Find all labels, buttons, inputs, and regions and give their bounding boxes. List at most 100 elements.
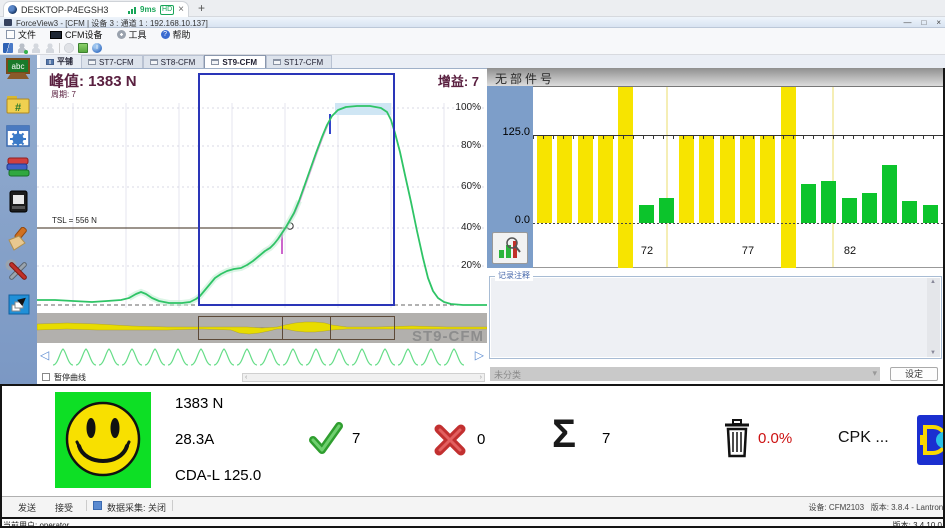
settings-window-icon[interactable] <box>5 123 31 149</box>
info-icon[interactable]: i <box>92 43 102 53</box>
switch-view-icon[interactable] <box>5 293 31 319</box>
spc-bar[interactable] <box>801 184 816 223</box>
cleanup-brush-icon[interactable] <box>5 227 31 253</box>
device-unit-icon[interactable] <box>5 189 31 215</box>
user-login-icon[interactable] <box>17 43 27 53</box>
tab-平铺[interactable]: 平铺 <box>40 55 81 68</box>
menu-item-帮助[interactable]: ?帮助 <box>161 28 191 41</box>
tools-gear-icon <box>117 30 126 39</box>
spc-bar[interactable] <box>740 135 755 223</box>
spc-group-divider <box>832 87 834 268</box>
comments-groupbox: ▲ ▼ <box>489 276 942 359</box>
spc-bar[interactable] <box>679 135 694 223</box>
pulse-peak <box>99 349 119 365</box>
tab-ST17-CFM[interactable]: ST17-CFM <box>266 55 332 68</box>
tools-icon[interactable] <box>5 259 31 285</box>
nok-count: 0 <box>477 431 485 448</box>
spc-bar[interactable] <box>578 135 593 223</box>
menu-item-label: 文件 <box>18 28 36 41</box>
overview-divider <box>282 317 283 339</box>
abc-board-icon[interactable]: abc <box>5 57 31 83</box>
category-select[interactable]: 未分类 ▾ <box>490 367 880 381</box>
spc-bar[interactable] <box>618 87 633 268</box>
minimize-button[interactable]: — <box>903 18 911 27</box>
spc-bar[interactable] <box>923 205 938 223</box>
connector-icon[interactable] <box>917 415 945 465</box>
tab-ST8-CFM[interactable]: ST8-CFM <box>143 55 205 68</box>
spc-bar[interactable] <box>842 198 857 223</box>
spc-bar[interactable] <box>537 135 552 223</box>
spc-bar[interactable] <box>557 135 572 223</box>
remote-session-tab[interactable]: DESKTOP-P4EGSH3 9ms HD × <box>3 1 189 17</box>
toolbar: i <box>0 41 945 55</box>
scroll-down-icon[interactable]: ▼ <box>930 350 936 356</box>
peak-value-label: 峰值: 1383 N <box>49 70 137 91</box>
part-number-folder-icon[interactable]: # <box>5 91 31 117</box>
spc-zoom-button[interactable] <box>492 232 528 264</box>
sum-sigma-icon: Σ <box>552 412 576 457</box>
spc-bar[interactable] <box>659 198 674 223</box>
logbook-icon[interactable] <box>3 43 13 53</box>
spc-bar[interactable] <box>862 193 877 223</box>
status-bar: 发送 接受 数据采集: 关闭 设备: CFM2103 版本: 3.8.4 - L… <box>0 496 945 517</box>
pulse-prev-icon[interactable]: ◁ <box>40 348 49 362</box>
remote-tab-close-icon[interactable]: × <box>178 5 184 15</box>
receive-status: 接受 <box>55 501 73 514</box>
menu-item-工具[interactable]: 工具 <box>117 28 147 41</box>
signal-overview-band[interactable]: ST9-CFM <box>37 313 487 343</box>
status-ok-box <box>55 392 151 488</box>
export-sheet-icon[interactable] <box>78 43 88 53</box>
device-id: 设备: CFM2103 <box>808 503 864 512</box>
station-tabstrip: 平铺ST7-CFMST8-CFM ST9-CFM ST17-CFM <box>40 55 945 68</box>
pulse-next-icon[interactable]: ▷ <box>475 348 484 362</box>
manuals-books-icon[interactable] <box>5 155 31 181</box>
scroll-left-icon[interactable]: ‹ <box>245 374 247 381</box>
user-group-icon[interactable] <box>45 43 55 53</box>
menu-item-CFM设备[interactable]: CFM设备 <box>50 28 103 41</box>
spc-bar[interactable] <box>699 135 714 223</box>
spc-bar[interactable] <box>882 165 897 223</box>
spc-bar[interactable] <box>902 201 917 223</box>
set-button-label: 设定 <box>905 369 923 379</box>
spc-x-tick: 82 <box>838 245 862 257</box>
spc-x-tick: 72 <box>635 245 659 257</box>
pulse-peak <box>53 349 73 365</box>
y-axis-tick: 80% <box>441 140 481 151</box>
y-axis-tick: 20% <box>441 260 481 271</box>
chevron-down-icon: ▾ <box>872 368 877 379</box>
cycle-count-label: 周期: 7 <box>51 89 76 100</box>
forceview-app-icon <box>4 19 12 26</box>
daq-status-icon <box>93 501 102 510</box>
spc-bar[interactable] <box>639 205 654 223</box>
spc-y-max: 125.0 <box>502 126 530 138</box>
spc-bar[interactable] <box>821 181 836 223</box>
spc-bar-plot[interactable]: 72 77 82 <box>533 86 945 268</box>
pause-curve-checkbox[interactable] <box>42 373 50 381</box>
curve-horizontal-scrollbar[interactable]: ‹ › <box>242 373 485 382</box>
comments-textarea[interactable] <box>491 278 928 357</box>
overview-selection-rect[interactable] <box>198 316 395 340</box>
spc-bar[interactable] <box>598 135 613 223</box>
spc-bar[interactable] <box>760 135 775 223</box>
tab-ST9-CFM[interactable]: ST9-CFM <box>204 55 266 68</box>
maximize-button[interactable]: □ <box>921 18 926 27</box>
tab-label: ST9-CFM <box>222 58 257 67</box>
set-button[interactable]: 设定 <box>890 367 938 381</box>
menu-item-文件[interactable]: 文件 <box>6 28 36 41</box>
spc-bar[interactable] <box>720 135 735 223</box>
tab-ST7-CFM[interactable]: ST7-CFM <box>81 55 143 68</box>
pulse-peak <box>375 349 395 365</box>
scroll-up-icon[interactable]: ▲ <box>930 279 936 285</box>
user-icon[interactable] <box>31 43 41 53</box>
evaluation-window-rect[interactable] <box>198 73 395 306</box>
pulse-peak <box>260 349 280 365</box>
remote-new-tab-button[interactable]: + <box>198 1 205 15</box>
comments-scrollbar[interactable]: ▲ ▼ <box>927 278 940 357</box>
results-panel: 1383 N 28.3A CDA-L 125.0 7 0 Σ 7 0.0% CP… <box>0 384 945 496</box>
pulse-peak <box>168 349 188 365</box>
signal-bars-icon <box>128 6 136 14</box>
spc-bar[interactable] <box>781 87 796 268</box>
close-button[interactable]: × <box>936 18 941 27</box>
network-icon[interactable] <box>64 43 74 53</box>
scroll-right-icon[interactable]: › <box>480 374 482 381</box>
